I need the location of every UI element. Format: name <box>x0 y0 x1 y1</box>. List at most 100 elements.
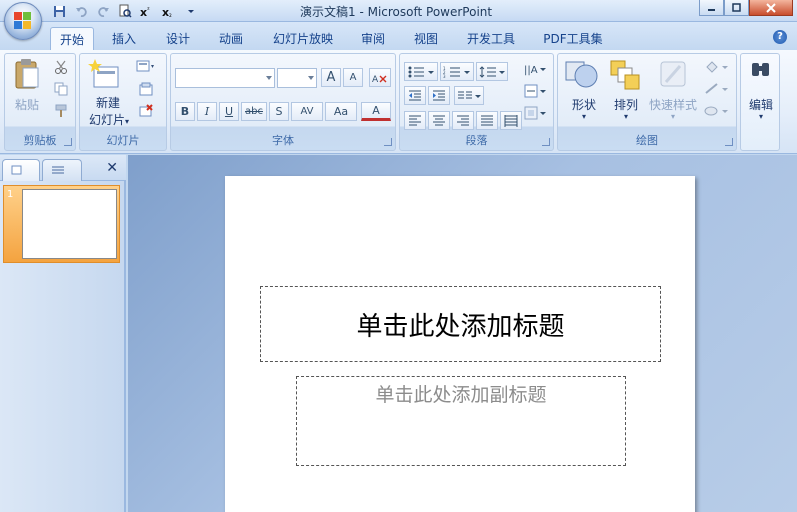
shape-fill-icon[interactable] <box>702 58 730 76</box>
close-button[interactable] <box>749 0 793 16</box>
shape-outline-icon[interactable] <box>702 80 730 98</box>
reset-slide-icon[interactable] <box>136 80 156 98</box>
format-painter-icon[interactable] <box>51 102 71 120</box>
tab-slideshow[interactable]: 幻灯片放映 <box>264 27 342 50</box>
close-doc-icon[interactable]: x₂ <box>160 3 178 20</box>
save-icon[interactable] <box>50 3 68 20</box>
delete-slide-icon[interactable] <box>136 102 156 120</box>
cut-icon[interactable] <box>51 58 71 76</box>
new-slide-dropdown-icon: ▾ <box>125 117 130 126</box>
smartart-icon[interactable] <box>522 104 548 122</box>
slides-group-label: 幻灯片 <box>106 134 140 147</box>
shapes-label: 形状 <box>571 98 596 112</box>
numbering-button[interactable]: 123 <box>440 62 474 81</box>
title-placeholder[interactable]: 单击此处添加标题 <box>260 286 661 362</box>
font-size-select[interactable] <box>277 68 317 88</box>
shrink-font-button[interactable]: A <box>343 68 363 87</box>
strikethrough-button[interactable]: abc <box>241 102 267 121</box>
quick-styles-label: 快速样式 <box>648 98 697 112</box>
shapes-icon <box>565 61 598 88</box>
change-case-button[interactable]: Aa <box>325 102 357 121</box>
bullets-button[interactable] <box>404 62 438 81</box>
clear-format-icon: A <box>372 75 387 84</box>
font-color-button[interactable]: A <box>361 102 391 121</box>
minimize-button[interactable] <box>699 0 724 16</box>
justify-button[interactable] <box>476 111 498 130</box>
slides-outline-pane: ✕ 1 <box>0 155 126 512</box>
align-left-button[interactable] <box>404 111 426 130</box>
shapes-button[interactable]: 形状 ▾ <box>564 58 604 128</box>
decrease-indent-icon <box>409 90 421 100</box>
grow-font-button[interactable]: A <box>321 68 341 87</box>
group-paragraph: 123 ||A 段落 <box>399 53 554 151</box>
clear-format-button[interactable]: A <box>369 68 391 87</box>
align-left-icon <box>409 115 421 125</box>
redo-icon[interactable] <box>94 3 112 20</box>
distribute-button[interactable] <box>500 111 522 130</box>
align-text-icon[interactable] <box>522 82 548 100</box>
office-button[interactable] <box>4 2 42 40</box>
paragraph-launcher-icon[interactable] <box>542 138 550 146</box>
editing-dropdown-icon: ▾ <box>758 112 763 121</box>
tab-home[interactable]: 开始 <box>50 27 94 50</box>
office-logo-icon <box>14 12 32 30</box>
paste-icon <box>15 59 39 89</box>
drawing-launcher-icon[interactable] <box>725 138 733 146</box>
copy-icon[interactable] <box>51 80 71 98</box>
char-spacing-button[interactable]: AV <box>291 102 323 121</box>
decrease-indent-button[interactable] <box>404 86 426 105</box>
tab-pdf-tools[interactable]: PDF工具集 <box>536 27 610 50</box>
arrange-button[interactable]: 排列 ▾ <box>606 58 646 128</box>
format-icon[interactable]: x² <box>138 3 156 20</box>
font-launcher-icon[interactable] <box>384 138 392 146</box>
font-name-select[interactable] <box>175 68 275 88</box>
clipboard-launcher-icon[interactable] <box>64 138 72 146</box>
svg-text:3: 3 <box>443 74 446 78</box>
slide-thumbnail-item[interactable]: 1 <box>3 185 120 263</box>
quick-styles-button[interactable]: 快速样式 ▾ <box>648 58 698 128</box>
customize-dropdown-icon[interactable] <box>182 3 200 20</box>
shape-effects-icon[interactable] <box>702 102 730 120</box>
editing-button[interactable]: 编辑 ▾ <box>743 58 779 128</box>
text-direction-icon[interactable]: ||A <box>522 60 548 78</box>
shrink-font-label: A <box>349 72 357 83</box>
help-icon[interactable]: ? <box>773 30 787 44</box>
paste-label: 粘贴 <box>14 98 39 112</box>
tab-design[interactable]: 设计 <box>158 27 198 50</box>
tab-view[interactable]: 视图 <box>405 27 447 50</box>
svg-text:A: A <box>372 75 379 84</box>
close-pane-icon[interactable]: ✕ <box>106 160 118 176</box>
line-spacing-button[interactable] <box>476 62 508 81</box>
columns-button[interactable] <box>454 86 484 105</box>
quick-styles-icon <box>660 61 686 87</box>
slide-canvas[interactable]: 单击此处添加标题 单击此处添加副标题 <box>225 176 695 512</box>
group-clipboard: 粘贴 剪贴板 <box>4 53 76 151</box>
quick-access-toolbar: x² x₂ <box>50 2 200 20</box>
tab-slides-pane[interactable] <box>2 159 40 181</box>
tab-animation[interactable]: 动画 <box>210 27 252 50</box>
title-bar: x² x₂ 演示文稿1 - Microsoft PowerPoint <box>0 0 797 22</box>
tab-outline-pane[interactable] <box>42 159 82 181</box>
maximize-button[interactable] <box>724 0 749 16</box>
undo-icon[interactable] <box>72 3 90 20</box>
subtitle-placeholder[interactable]: 单击此处添加副标题 <box>296 376 626 466</box>
bold-button[interactable]: B <box>175 102 195 121</box>
tab-developer[interactable]: 开发工具 <box>458 27 524 50</box>
chevron-down-icon <box>308 76 314 80</box>
drawing-group-label: 绘图 <box>636 134 658 147</box>
line-spacing-icon <box>479 65 505 78</box>
tab-insert[interactable]: 插入 <box>104 27 144 50</box>
tab-review[interactable]: 审阅 <box>352 27 394 50</box>
italic-button[interactable]: I <box>197 102 217 121</box>
layout-icon[interactable] <box>136 58 156 76</box>
increase-indent-button[interactable] <box>428 86 450 105</box>
align-center-button[interactable] <box>428 111 450 130</box>
print-preview-icon[interactable] <box>116 3 134 20</box>
underline-button[interactable]: U <box>219 102 239 121</box>
svg-text:||A: ||A <box>524 65 538 76</box>
shadow-button[interactable]: S <box>269 102 289 121</box>
align-right-button[interactable] <box>452 111 474 130</box>
slide-number: 1 <box>7 189 14 200</box>
group-font: A A A B I U abc S AV Aa A 字体 <box>170 53 396 151</box>
window-title: 演示文稿1 - Microsoft PowerPoint <box>300 5 493 19</box>
